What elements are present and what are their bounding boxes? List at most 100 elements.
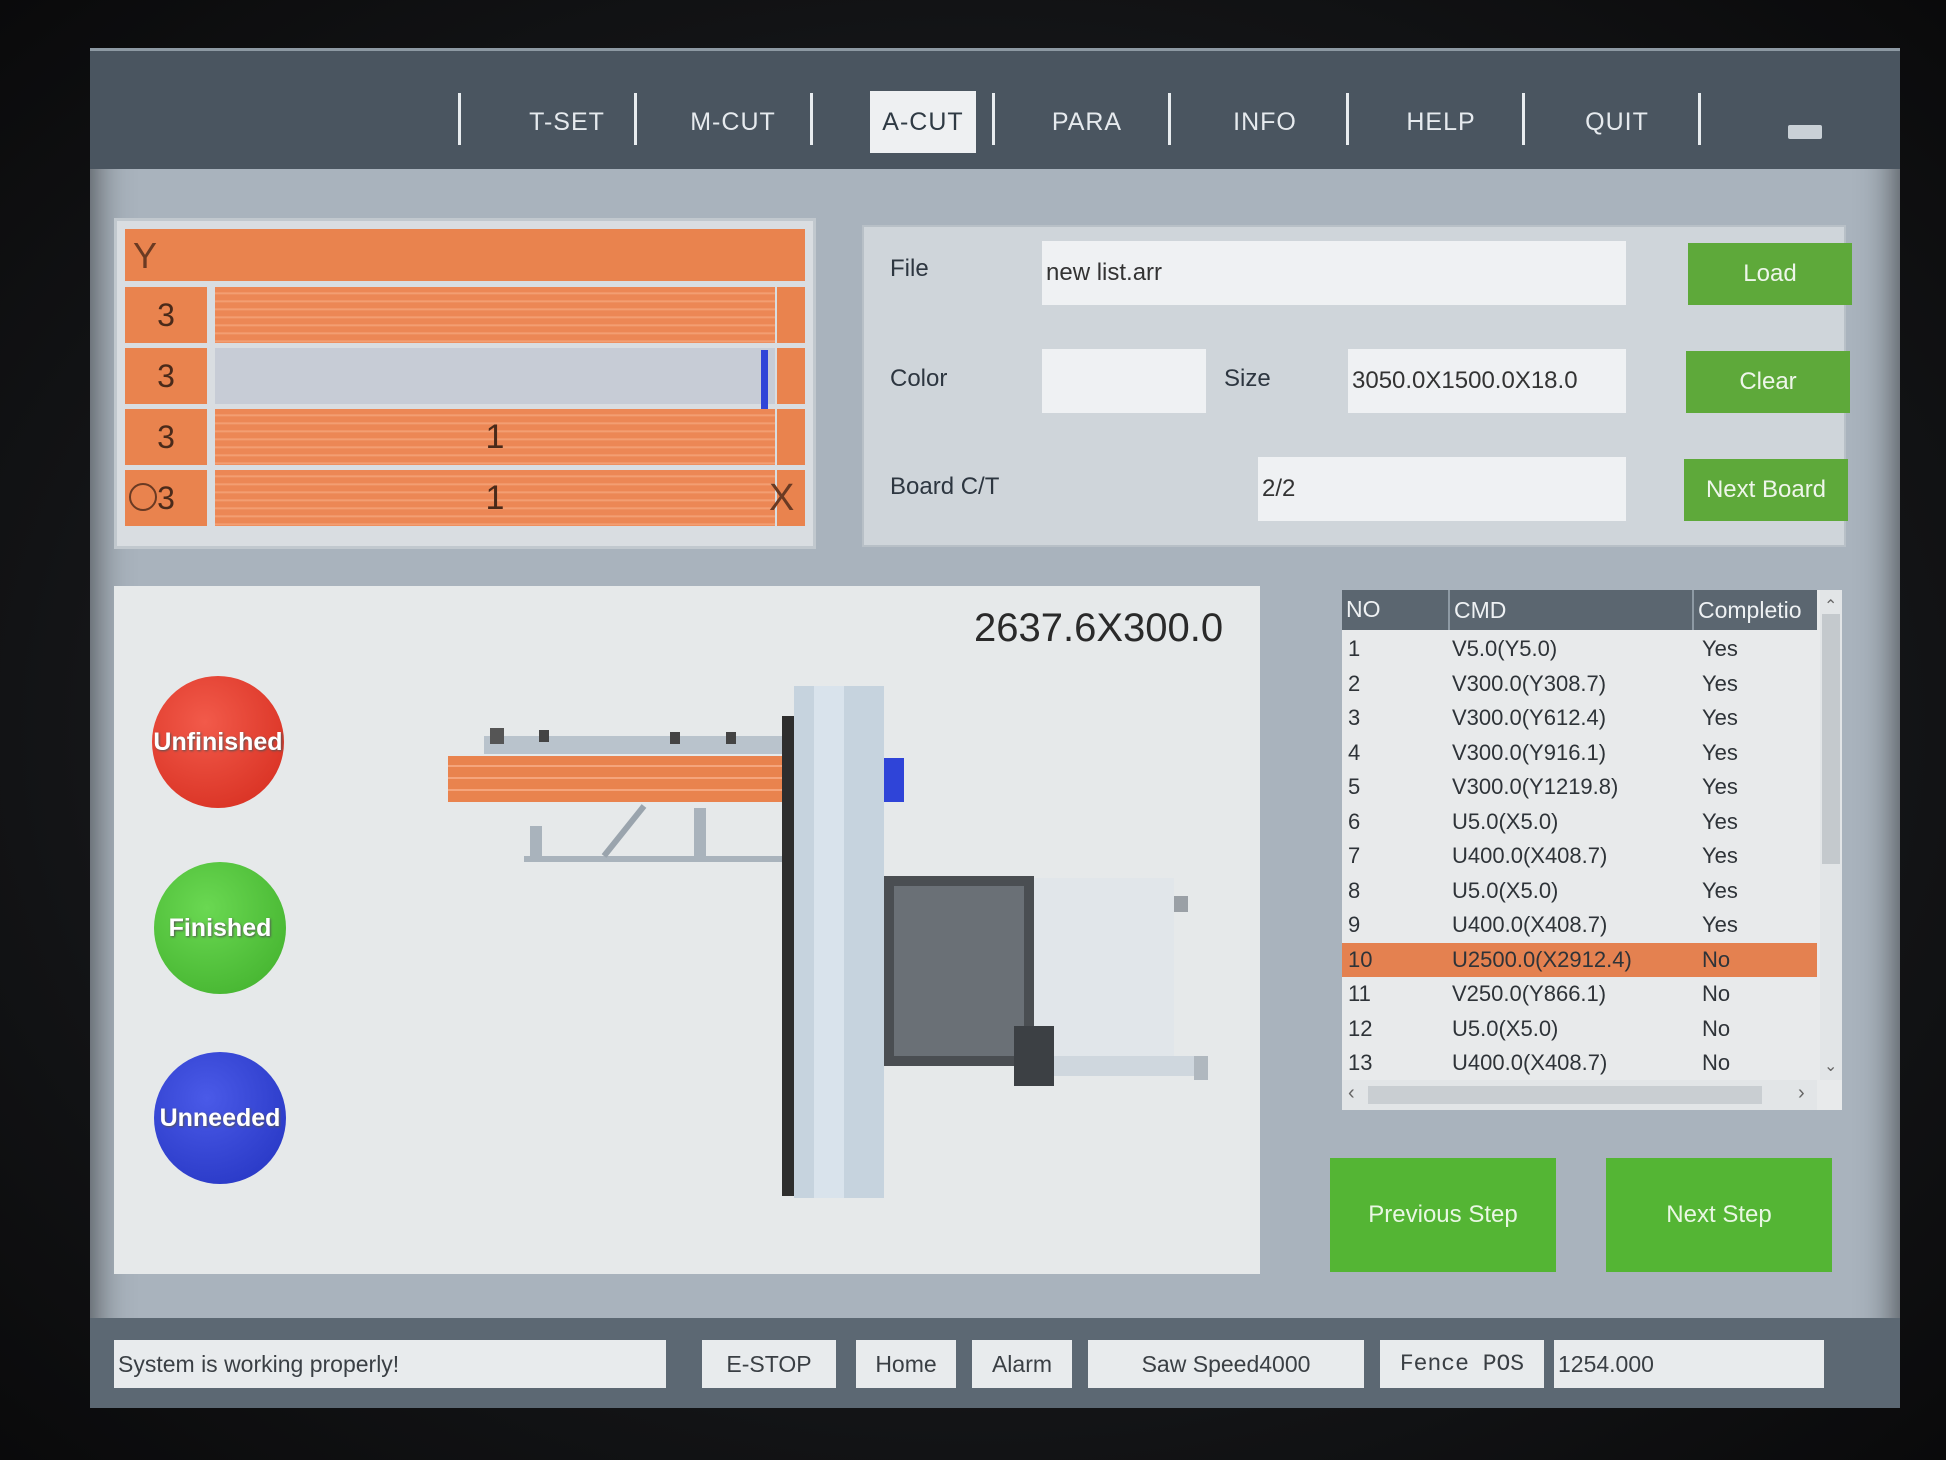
horizontal-scrollbar[interactable]: ‹ ›	[1342, 1080, 1817, 1110]
top-menu-bar: T-SET M-CUT A-CUT PARA INFO HELP QUIT	[90, 48, 1900, 169]
row-completion: Yes	[1702, 739, 1738, 765]
fence-stop	[539, 730, 549, 742]
scroll-thumb[interactable]	[1822, 614, 1840, 864]
board-count-field[interactable]: 2/2	[1258, 457, 1626, 521]
row-number: 2	[1348, 670, 1361, 696]
row-number: 5	[1348, 774, 1361, 799]
row-number: 3	[1348, 705, 1361, 730]
menu-tab-m-cut[interactable]: M-CUT	[658, 91, 808, 153]
layout-row[interactable]: 3	[125, 348, 805, 416]
next-step-button[interactable]: Next Step	[1606, 1158, 1832, 1272]
table-row[interactable]: 4 V300.0(Y916.1) Yes	[1342, 736, 1817, 770]
home-button[interactable]: Home	[856, 1340, 956, 1388]
row-number: 12	[1348, 1015, 1373, 1041]
row-completion: Yes	[1702, 636, 1738, 661]
row-number: 4	[1348, 739, 1361, 765]
y-axis-label: Y	[133, 235, 158, 276]
table-row[interactable]: 8 U5.0(X5.0) Yes	[1342, 874, 1817, 908]
clear-button[interactable]: Clear	[1686, 351, 1850, 413]
previous-step-button[interactable]: Previous Step	[1330, 1158, 1556, 1272]
table-row[interactable]: 12 U5.0(X5.0) No	[1342, 1012, 1817, 1046]
row-completion: No	[1702, 946, 1731, 972]
row-completion: Yes	[1702, 808, 1738, 834]
file-panel: File new list.arr Load Color Size 3050.0…	[862, 225, 1852, 547]
row-completion: Yes	[1702, 877, 1738, 903]
header-no[interactable]: NO	[1346, 596, 1381, 623]
menu-separator	[1522, 93, 1525, 145]
row-command: U5.0(X5.0)	[1452, 808, 1559, 834]
board-count-label: Board C/T	[890, 473, 1000, 500]
row-end	[777, 348, 805, 404]
estop-button[interactable]: E-STOP	[702, 1340, 836, 1388]
keyboard-icon[interactable]	[1788, 125, 1822, 139]
board-layout-panel: Y 3 3 3 1 3 1 X	[114, 218, 816, 549]
layout-row[interactable]: 3	[125, 287, 805, 343]
table-row[interactable]: 10 U2500.0(X2912.4) No	[1342, 942, 1817, 977]
row-command: U400.0(X408.7)	[1452, 843, 1608, 868]
row-command: V5.0(Y5.0)	[1452, 636, 1558, 661]
table-row[interactable]: 6 U5.0(X5.0) Yes	[1342, 805, 1817, 839]
row-completion: Yes	[1702, 912, 1738, 937]
menu-tab-para[interactable]: PARA	[1012, 91, 1162, 153]
scroll-down-icon[interactable]: ⌄	[1824, 1056, 1837, 1076]
fence-stop	[726, 732, 736, 744]
load-button[interactable]: Load	[1688, 243, 1852, 305]
table-row[interactable]: 1 V5.0(Y5.0) Yes	[1342, 632, 1817, 666]
table-row[interactable]: 5 V300.0(Y1219.8) Yes	[1342, 770, 1817, 804]
header-cmd[interactable]: CMD	[1448, 590, 1506, 630]
row-number: 9	[1348, 912, 1361, 937]
saw-blade-indicator	[884, 758, 904, 802]
menu-tab-a-cut[interactable]: A-CUT	[870, 91, 976, 153]
table-row[interactable]: 3 V300.0(Y612.4) Yes	[1342, 701, 1817, 735]
file-label: File	[890, 255, 929, 282]
file-name-field[interactable]: new list.arr	[1042, 241, 1626, 305]
row-number: 6	[1348, 808, 1361, 834]
x-axis-label: X	[769, 477, 795, 519]
table-row[interactable]: 2 V300.0(Y308.7) Yes	[1342, 667, 1817, 701]
table-header: NO CMD Completio	[1342, 590, 1817, 630]
alarm-button[interactable]: Alarm	[972, 1340, 1072, 1388]
color-field[interactable]	[1042, 349, 1206, 413]
table-row[interactable]: 13 U400.0(X408.7) No	[1342, 1046, 1817, 1080]
scroll-up-icon[interactable]: ⌃	[1824, 596, 1837, 616]
row-command: V300.0(Y1219.8)	[1452, 774, 1619, 799]
menu-tab-quit[interactable]: QUIT	[1542, 91, 1692, 153]
table-row[interactable]: 7 U400.0(X408.7) Yes	[1342, 839, 1817, 873]
row-completion: No	[1702, 981, 1731, 1006]
header-completion[interactable]: Completio	[1692, 590, 1802, 630]
menu-separator	[992, 93, 995, 145]
row-command: U400.0(X408.7)	[1452, 912, 1608, 937]
row-command: V300.0(Y612.4)	[1452, 705, 1607, 730]
scroll-right-icon[interactable]: ›	[1798, 1082, 1805, 1105]
cut-command-table[interactable]: NO CMD Completio 1 V5.0(Y5.0) Yes 2 V300.0(Y…	[1342, 590, 1842, 1110]
scroll-left-icon[interactable]: ‹	[1348, 1082, 1355, 1105]
menu-separator	[1168, 93, 1171, 145]
layout-row[interactable]: 3 1	[125, 470, 805, 526]
table-row[interactable]: 9 U400.0(X408.7) Yes	[1342, 908, 1817, 942]
menu-tab-t-set[interactable]: T-SET	[492, 91, 642, 153]
fence-pos-value: 1254.000	[1554, 1340, 1824, 1388]
row-command: U5.0(X5.0)	[1452, 1015, 1559, 1041]
vertical-scrollbar[interactable]: ⌃ ⌄	[1820, 590, 1842, 1080]
scroll-thumb-horizontal[interactable]	[1368, 1086, 1762, 1104]
row-strip: 1	[215, 470, 775, 526]
menu-tab-info[interactable]: INFO	[1190, 91, 1340, 153]
row-command: U400.0(X408.7)	[1452, 1050, 1608, 1075]
row-completion: Yes	[1702, 843, 1738, 868]
saw-speed-display: Saw Speed4000	[1088, 1340, 1364, 1388]
color-label: Color	[890, 365, 948, 392]
machine-animation-area: 2637.6X300.0 Unfinished Finished Unneede…	[114, 586, 1260, 1274]
row-completion: Yes	[1702, 705, 1738, 730]
menu-tab-help[interactable]: HELP	[1366, 91, 1516, 153]
saw-machine-illustration	[448, 686, 1208, 1198]
status-bar: System is working properly! E-STOP Home …	[90, 1318, 1900, 1408]
next-board-button[interactable]: Next Board	[1684, 459, 1848, 521]
row-completion: Yes	[1702, 670, 1738, 696]
table-row[interactable]: 11 V250.0(Y866.1) No	[1342, 977, 1817, 1011]
layout-row[interactable]: 3 1	[125, 409, 805, 465]
row-number: 11	[1348, 981, 1371, 1006]
size-field[interactable]: 3050.0X1500.0X18.0	[1348, 349, 1626, 413]
row-count: 3	[125, 348, 207, 404]
menu-separator	[1698, 93, 1701, 145]
row-number: 13	[1348, 1050, 1373, 1075]
